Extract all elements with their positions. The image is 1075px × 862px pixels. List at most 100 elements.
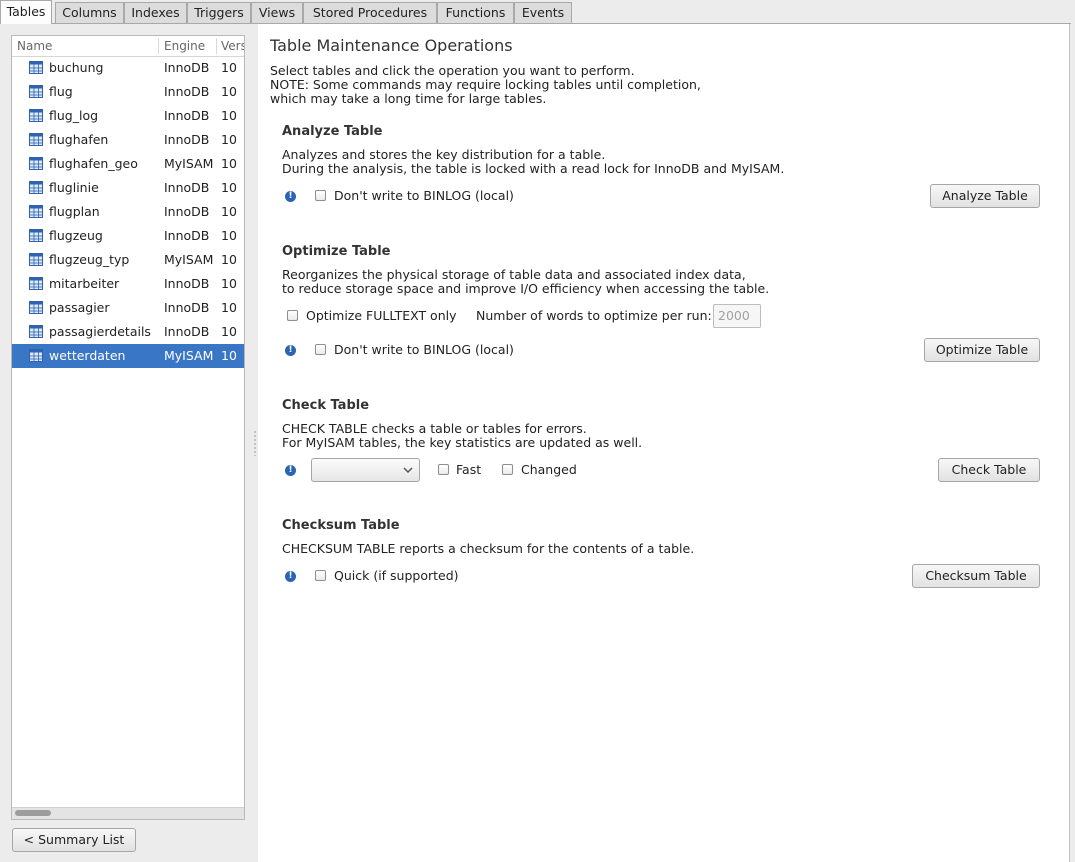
quick-checkbox[interactable] — [315, 570, 326, 581]
words-per-run-input[interactable]: 2000 — [713, 304, 761, 328]
tab-events[interactable]: Events — [514, 2, 572, 23]
page-title: Table Maintenance Operations — [270, 36, 513, 55]
horizontal-scrollbar[interactable] — [12, 807, 244, 819]
table-name: buchung — [49, 60, 104, 75]
changed-label: Changed — [521, 462, 577, 477]
table-row[interactable]: wetterdaten MyISAM 10 — [12, 344, 244, 368]
table-engine: InnoDB — [164, 108, 210, 123]
table-row[interactable]: flugzeug InnoDB 10 — [12, 224, 244, 248]
splitter-handle[interactable] — [254, 430, 256, 456]
table-row[interactable]: flughafen_geo MyISAM 10 — [12, 152, 244, 176]
table-row[interactable]: passagier InnoDB 10 — [12, 296, 244, 320]
info-icon: ! — [285, 345, 296, 356]
analyze-table-button[interactable]: Analyze Table — [930, 184, 1040, 208]
table-engine: InnoDB — [164, 228, 210, 243]
table-name: flug_log — [49, 108, 99, 123]
column-separator[interactable] — [158, 38, 159, 54]
words-per-run-label: Number of words to optimize per run: — [476, 308, 712, 323]
table-row[interactable]: passagierdetails InnoDB 10 — [12, 320, 244, 344]
table-row[interactable]: fluglinie InnoDB 10 — [12, 176, 244, 200]
tab-stored-procedures[interactable]: Stored Procedures — [303, 2, 437, 23]
table-version: 10 — [221, 324, 237, 339]
optimize-desc-1: Reorganizes the physical storage of tabl… — [282, 267, 746, 282]
table-name: mitarbeiter — [49, 276, 120, 291]
table-version: 10 — [221, 228, 237, 243]
table-icon — [29, 229, 43, 242]
table-icon — [29, 277, 43, 290]
table-engine: InnoDB — [164, 204, 210, 219]
fast-checkbox[interactable] — [438, 464, 449, 475]
optimize-binlog-label: Don't write to BINLOG (local) — [334, 342, 514, 357]
check-desc-2: For MyISAM tables, the key statistics ar… — [282, 435, 643, 450]
column-header-engine[interactable]: Engine — [164, 36, 205, 56]
optimize-binlog-checkbox[interactable] — [315, 344, 326, 355]
intro-line-2: NOTE: Some commands may require locking … — [270, 77, 701, 92]
table-name: flugzeug_typ — [49, 252, 130, 267]
table-row[interactable]: flug_log InnoDB 10 — [12, 104, 244, 128]
table-row[interactable]: flug InnoDB 10 — [12, 80, 244, 104]
table-icon — [29, 133, 43, 146]
tab-views[interactable]: Views — [251, 2, 303, 23]
table-version: 10 — [221, 60, 237, 75]
table-name: passagier — [49, 300, 110, 315]
analyze-desc-1: Analyzes and stores the key distribution… — [282, 147, 606, 162]
table-icon — [29, 181, 43, 194]
checksum-table-button[interactable]: Checksum Table — [912, 564, 1040, 588]
table-icon — [29, 325, 43, 338]
column-separator[interactable] — [216, 38, 217, 54]
tab-triggers[interactable]: Triggers — [187, 2, 251, 23]
table-version: 10 — [221, 276, 237, 291]
scrollbar-thumb[interactable] — [15, 810, 51, 816]
intro-line-3: which may take a long time for large tab… — [270, 91, 547, 106]
optimize-table-button[interactable]: Optimize Table — [924, 338, 1040, 362]
info-icon: ! — [285, 465, 296, 476]
table-engine: InnoDB — [164, 324, 210, 339]
table-engine: InnoDB — [164, 180, 210, 195]
table-engine: MyISAM — [164, 252, 214, 267]
info-icon: ! — [285, 571, 296, 582]
table-row[interactable]: flugzeug_typ MyISAM 10 — [12, 248, 244, 272]
check-desc-1: CHECK TABLE checks a table or tables for… — [282, 421, 587, 436]
table-name: flughafen — [49, 132, 109, 147]
table-version: 10 — [221, 108, 237, 123]
check-heading: Check Table — [282, 398, 370, 413]
tab-indexes[interactable]: Indexes — [124, 2, 187, 23]
checksum-heading: Checksum Table — [282, 518, 400, 533]
optimize-desc-2: to reduce storage space and improve I/O … — [282, 281, 770, 296]
check-table-button[interactable]: Check Table — [938, 458, 1040, 482]
table-icon — [29, 109, 43, 122]
table-icon — [29, 157, 43, 170]
table-row[interactable]: buchung InnoDB 10 — [12, 56, 244, 80]
changed-checkbox[interactable] — [502, 464, 513, 475]
maintenance-panel: Table Maintenance Operations Select tabl… — [258, 24, 1070, 862]
column-header-name[interactable]: Name — [17, 36, 52, 56]
check-type-select[interactable] — [311, 458, 420, 482]
table-version: 10 — [221, 132, 237, 147]
tab-columns[interactable]: Columns — [55, 2, 124, 23]
analyze-heading: Analyze Table — [282, 124, 383, 139]
tab-functions[interactable]: Functions — [437, 2, 514, 23]
table-row[interactable]: flughafen InnoDB 10 — [12, 128, 244, 152]
table-list-header: Name Engine Vers — [12, 36, 244, 57]
table-name: fluglinie — [49, 180, 99, 195]
table-version: 10 — [221, 252, 237, 267]
table-icon — [29, 205, 43, 218]
table-version: 10 — [221, 180, 237, 195]
table-icon — [29, 61, 43, 74]
table-row[interactable]: mitarbeiter InnoDB 10 — [12, 272, 244, 296]
table-row[interactable]: flugplan InnoDB 10 — [12, 200, 244, 224]
optimize-heading: Optimize Table — [282, 244, 391, 259]
optimize-fulltext-checkbox[interactable] — [287, 310, 298, 321]
table-engine: MyISAM — [164, 348, 214, 363]
table-icon — [29, 85, 43, 98]
quick-label: Quick (if supported) — [334, 568, 459, 583]
table-list[interactable]: Name Engine Vers buchung InnoDB 10 flug Inno… — [11, 35, 245, 820]
column-header-version[interactable]: Vers — [221, 36, 244, 56]
summary-list-button[interactable]: < Summary List — [12, 828, 136, 852]
info-icon: ! — [285, 191, 296, 202]
analyze-desc-2: During the analysis, the table is locked… — [282, 161, 785, 176]
tab-tables[interactable]: Tables — [0, 0, 52, 24]
analyze-binlog-checkbox[interactable] — [315, 190, 326, 201]
intro-line-1: Select tables and click the operation yo… — [270, 63, 635, 78]
tab-bar: Tables Columns Indexes Triggers Views St… — [0, 0, 1075, 24]
